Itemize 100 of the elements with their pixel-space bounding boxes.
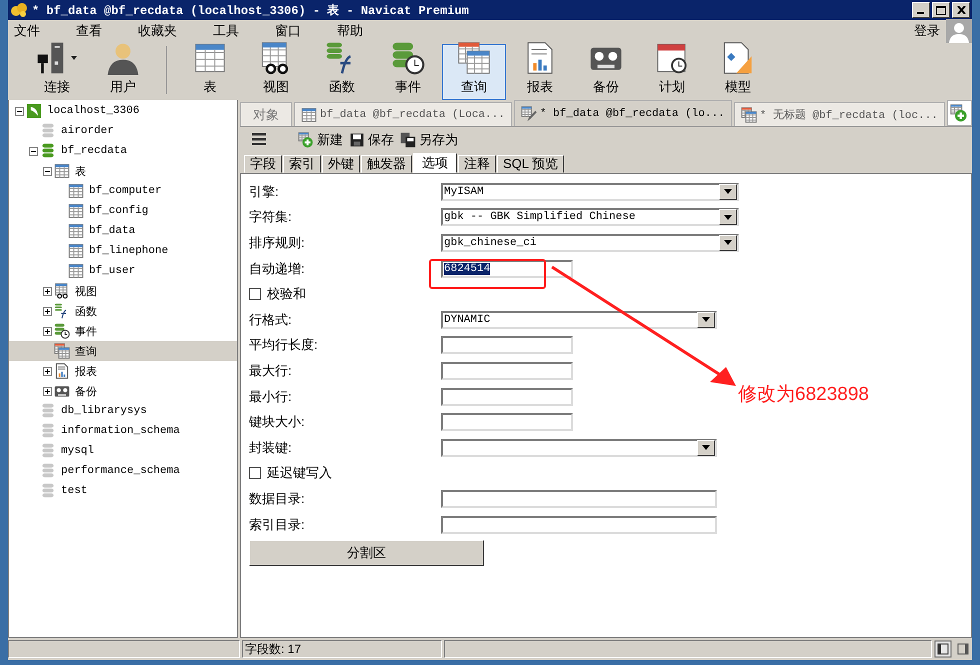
toolbar-button[interactable]: 报表 [508,44,572,100]
option-tab[interactable]: 选项 [413,153,457,173]
database-icon [40,463,56,479]
maximize-button[interactable] [932,2,950,18]
tree-item[interactable]: information_schema [61,425,180,437]
new-table-icon [950,104,968,122]
expand-toggle-icon[interactable] [28,146,38,156]
app-icon [10,2,28,18]
expand-toggle-icon[interactable] [42,366,52,376]
partition-button[interactable]: 分割区 [249,540,484,566]
toolbar-button[interactable]: 另存为 [400,131,458,149]
tree-item[interactable]: 函数 [75,304,97,318]
field-label: 自动递增: [249,260,306,278]
field-label: 键块大小: [249,413,306,432]
tree-item[interactable]: test [61,485,88,497]
query-table-icon [54,343,70,359]
document-tab[interactable]: 对象 [240,102,292,126]
toolbar-button[interactable]: 视图 [244,44,308,100]
login-link[interactable]: 登录 [914,22,940,40]
close-button[interactable] [952,2,970,18]
save-icon [349,132,365,148]
menu-item[interactable]: 收藏夹 [138,22,189,40]
checkbox[interactable]: 延迟键写入 [249,464,332,482]
report-icon [54,363,70,379]
expand-toggle-icon[interactable] [42,286,52,296]
expand-toggle-icon[interactable] [42,386,52,396]
tree-item[interactable]: bf_linephone [89,245,168,257]
tree-item[interactable]: bf_user [89,265,136,277]
expand-toggle-icon[interactable] [14,106,24,116]
tree-item[interactable]: 备份 [75,384,97,398]
field-label: 数据目录: [249,490,306,508]
tree-item[interactable]: 表 [75,164,86,178]
toolbar-button[interactable]: 用户 [91,44,155,100]
dropdown-arrow-icon [702,445,710,450]
tree-item[interactable]: mysql [61,445,94,457]
left-panel-icon[interactable] [934,640,952,658]
database-icon [40,423,56,439]
input-field[interactable] [441,413,573,432]
tree-item[interactable]: 查询 [75,344,97,358]
tree-item[interactable]: bf_config [89,205,148,217]
toolbar-button[interactable]: 保存 [349,131,394,149]
toolbar-button[interactable]: 模型 [706,44,770,100]
menu-icon [252,132,266,144]
calendar-clock-icon [655,41,689,75]
menu-item[interactable]: 窗口 [275,22,313,40]
dropdown-field[interactable] [441,438,717,457]
menu-item[interactable]: 工具 [213,22,251,40]
document-tab[interactable]: * bf_data @bf_recdata (lo... [514,100,732,126]
menu-item[interactable]: 帮助 [337,22,375,40]
toolbar-button[interactable]: 查询 [442,44,506,100]
field-label: 引擎: [249,182,280,201]
tree-item[interactable]: bf_data [89,225,136,237]
database-icon [40,403,56,419]
minimize-button[interactable] [912,2,930,18]
input-field[interactable] [441,336,573,354]
table-icon [54,163,70,179]
dropdown-arrow-icon [724,189,732,194]
save-copy-icon [400,132,416,148]
menu-item[interactable]: 文件 [14,22,52,40]
dropdown-field[interactable]: gbk -- GBK Simplified Chinese [441,208,739,226]
input-field[interactable] [441,490,717,508]
field-label: 排序规则: [249,234,306,252]
input-field[interactable] [441,516,717,534]
input-field[interactable] [441,388,573,406]
toolbar-button[interactable]: 连接 [25,44,89,100]
table-icon [68,243,84,259]
dropdown-field[interactable]: gbk_chinese_ci [441,234,739,252]
document-tab[interactable]: bf_data @bf_recdata (Loca... [294,102,512,126]
expand-toggle-icon[interactable] [42,326,52,336]
tree-item[interactable]: localhost_3306 [47,105,140,117]
tree-item[interactable]: 报表 [75,364,97,378]
tree-item[interactable]: performance_schema [61,465,180,477]
tree-item[interactable]: airorder [61,125,114,137]
expand-toggle-icon[interactable] [42,166,52,176]
tree-item[interactable]: 视图 [75,284,97,298]
dropdown-field[interactable]: MyISAM [441,182,739,201]
field-label: 最小行: [249,388,293,406]
toolbar-button[interactable]: 事件 [376,44,440,100]
tape-icon [54,383,70,399]
toolbar-button[interactable]: 计划 [640,44,704,100]
dropdown-field[interactable]: DYNAMIC [441,310,717,329]
expand-toggle-icon[interactable] [42,306,52,316]
input-field[interactable] [441,362,573,380]
table-icon [301,106,317,122]
toolbar-button[interactable]: 表 [178,44,242,100]
database-icon [40,443,56,459]
tree-item[interactable]: 事件 [75,324,97,338]
menu-item[interactable]: 查看 [76,22,114,40]
field-label: 索引目录: [249,516,306,534]
table-pencil-icon [520,106,537,122]
tree-item[interactable]: bf_recdata [61,145,128,157]
toolbar-button[interactable]: 备份 [574,44,638,100]
toolbar-button[interactable]: 函数 [310,44,374,100]
document-tab[interactable]: * 无标题 @bf_recdata (loc... [734,102,945,126]
checkbox[interactable]: 校验和 [249,285,306,304]
toolbar-button[interactable]: 新建 [298,131,343,149]
new-tab-button[interactable] [946,100,972,126]
tree-item[interactable]: db_librarysys [61,405,147,417]
tree-item[interactable]: bf_computer [89,185,162,197]
query-table-icon [457,41,491,75]
